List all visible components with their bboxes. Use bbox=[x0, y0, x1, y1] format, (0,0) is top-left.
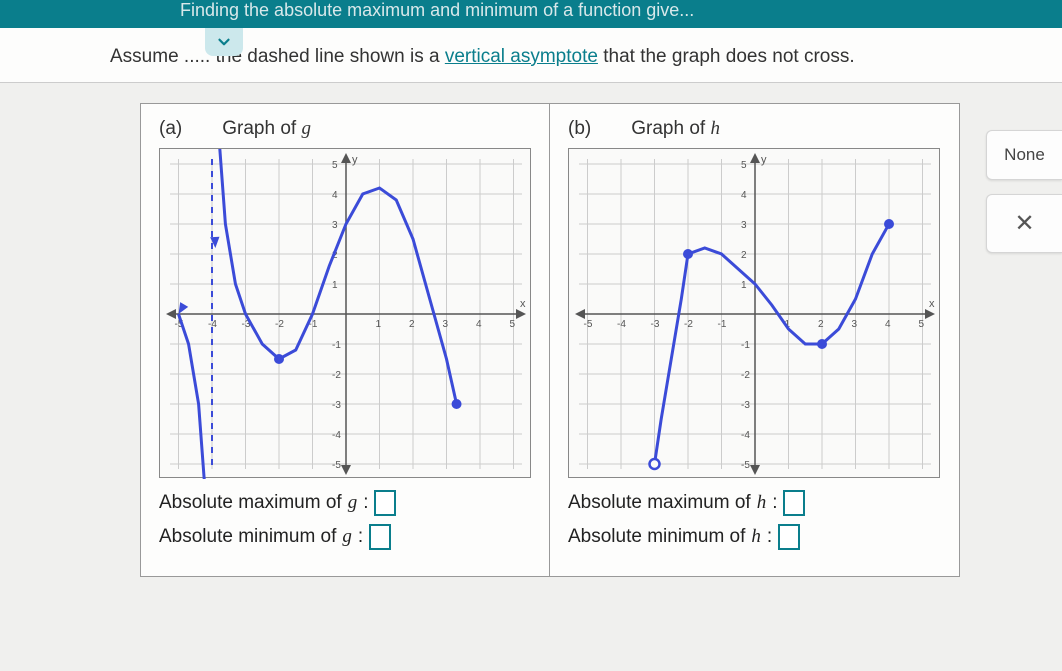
prompt-area: Assume ..... the dashed line shown is a … bbox=[0, 28, 1062, 83]
x-axis-label: x bbox=[520, 298, 526, 310]
svg-text:-4: -4 bbox=[332, 430, 341, 441]
none-button[interactable]: None bbox=[986, 130, 1062, 180]
svg-text:-2: -2 bbox=[741, 370, 750, 381]
svg-text:5: 5 bbox=[510, 319, 516, 330]
graph-g: -5-5-4-4-3-3-2-2-1-11122334455 x y bbox=[159, 148, 531, 478]
svg-text:-2: -2 bbox=[684, 319, 693, 330]
svg-text:-2: -2 bbox=[332, 370, 341, 381]
svg-text:-1: -1 bbox=[741, 340, 750, 351]
svg-text:-5: -5 bbox=[332, 460, 341, 471]
panel-a-title-row: (a) Graph of g bbox=[159, 118, 531, 140]
abs-max-h-row: Absolute maximum of h: bbox=[568, 490, 941, 516]
part-a-label: (a) bbox=[159, 118, 182, 140]
panel-b: (b) Graph of h -5-5-4-4-3-3-2-2-1-111223… bbox=[550, 103, 960, 577]
svg-text:3: 3 bbox=[852, 319, 858, 330]
abs-max-g-input[interactable] bbox=[374, 490, 396, 516]
header-title: Finding the absolute maximum and minimum… bbox=[180, 0, 694, 20]
abs-min-h-input[interactable] bbox=[778, 524, 800, 550]
svg-text:-2: -2 bbox=[275, 319, 284, 330]
graph-h: -5-5-4-4-3-3-2-2-1-11122334455 x y bbox=[568, 148, 940, 478]
svg-text:-4: -4 bbox=[741, 430, 750, 441]
svg-text:3: 3 bbox=[332, 220, 338, 231]
svg-text:1: 1 bbox=[376, 319, 382, 330]
svg-text:5: 5 bbox=[919, 319, 925, 330]
abs-max-g-row: Absolute maximum of g: bbox=[159, 490, 531, 516]
svg-text:-3: -3 bbox=[651, 319, 660, 330]
panel-b-title-row: (b) Graph of h bbox=[568, 118, 941, 140]
abs-min-g-row: Absolute minimum of g: bbox=[159, 524, 531, 550]
expand-toggle[interactable] bbox=[205, 28, 243, 56]
svg-text:-1: -1 bbox=[332, 340, 341, 351]
y-axis-label-b: y bbox=[761, 154, 767, 166]
page-header: Finding the absolute maximum and minimum… bbox=[0, 0, 1062, 28]
svg-text:3: 3 bbox=[443, 319, 449, 330]
part-b-label: (b) bbox=[568, 118, 591, 140]
svg-text:-5: -5 bbox=[584, 319, 593, 330]
svg-text:-5: -5 bbox=[741, 460, 750, 471]
svg-text:3: 3 bbox=[741, 220, 747, 231]
svg-text:5: 5 bbox=[332, 160, 338, 171]
abs-max-h-input[interactable] bbox=[783, 490, 805, 516]
abs-min-g-input[interactable] bbox=[369, 524, 391, 550]
prompt-mid: the dashed line shown is a bbox=[210, 46, 445, 67]
svg-text:4: 4 bbox=[741, 190, 747, 201]
svg-text:-3: -3 bbox=[332, 400, 341, 411]
svg-text:1: 1 bbox=[741, 280, 747, 291]
abs-min-h-row: Absolute minimum of h: bbox=[568, 524, 941, 550]
svg-text:2: 2 bbox=[741, 250, 747, 261]
clear-button[interactable]: ✕ bbox=[986, 194, 1062, 253]
prompt-suffix: that the graph does not cross. bbox=[598, 46, 855, 67]
graph-a-title: Graph of g bbox=[222, 118, 311, 140]
svg-text:5: 5 bbox=[741, 160, 747, 171]
svg-text:1: 1 bbox=[332, 280, 338, 291]
svg-text:-3: -3 bbox=[741, 400, 750, 411]
svg-text:2: 2 bbox=[409, 319, 415, 330]
svg-text:4: 4 bbox=[476, 319, 482, 330]
y-axis-label: y bbox=[352, 154, 358, 166]
panel-a: (a) Graph of g -5-5-4-4-3-3-2-2-1-111223… bbox=[140, 103, 550, 577]
graph-b-title: Graph of h bbox=[631, 118, 720, 140]
asymptote-link[interactable]: vertical asymptote bbox=[445, 46, 598, 67]
side-panel: None ✕ bbox=[986, 130, 1062, 267]
svg-text:2: 2 bbox=[818, 319, 824, 330]
svg-text:-4: -4 bbox=[617, 319, 626, 330]
content: (a) Graph of g -5 -5 -4 -4 -3 -3 -2 -2 -1 -1 1 1 2 2 3… bbox=[0, 83, 1062, 597]
chevron-down-icon bbox=[215, 33, 233, 51]
svg-text:4: 4 bbox=[332, 190, 338, 201]
x-axis-label-b: x bbox=[929, 298, 935, 310]
svg-text:-1: -1 bbox=[718, 319, 727, 330]
svg-text:4: 4 bbox=[885, 319, 891, 330]
prompt-prefix: Assume bbox=[110, 46, 184, 67]
